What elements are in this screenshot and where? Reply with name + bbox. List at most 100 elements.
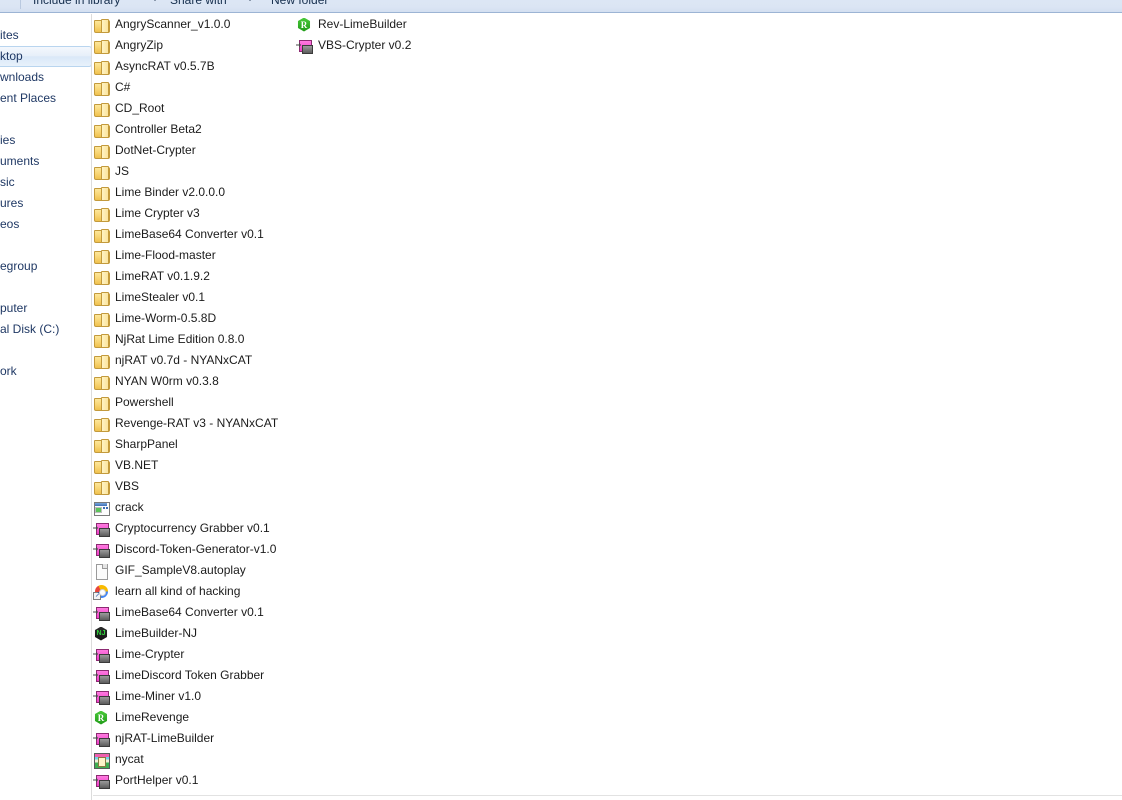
file-list-item[interactable]: nycat [93,749,293,770]
app-titlebar [95,502,107,506]
folder-icon [93,458,110,474]
file-name-label: Lime-Flood-master [115,248,216,262]
chevron-down-icon[interactable] [152,0,158,1]
folder-icon [93,164,110,180]
file-list-item[interactable]: AngryScanner_v1.0.0 [93,14,293,35]
sidebar-item-downloads[interactable]: wnloads [0,68,91,87]
sidebar-item-label: ent Places [0,91,57,105]
file-list-item[interactable]: SharpPanel [93,434,293,455]
sidebar-item-libraries[interactable]: ies [0,131,91,150]
file-list-item[interactable]: LimeBase64 Converter v0.1 [93,602,293,623]
file-list-item[interactable]: Lime Crypter v3 [93,203,293,224]
folder-icon [93,59,110,75]
application-icon [93,500,110,516]
sidebar-item-pictures[interactable]: ures [0,194,91,213]
vb-application-icon [296,38,313,54]
sidebar-item-recent-places[interactable]: ent Places [0,89,91,108]
file-list-item[interactable]: Discord-Token-Generator-v1.0 [93,539,293,560]
sidebar-item-desktop[interactable]: ktop [0,46,91,67]
app-dot [103,506,105,509]
file-list-item[interactable]: LimeDiscord Token Grabber [93,665,293,686]
file-list-item[interactable]: GIF_SampleV8.autoplay [93,560,293,581]
file-name-label: LimeRAT v0.1.9.2 [115,269,210,283]
file-name-label: nycat [115,752,144,766]
chevron-down-icon[interactable] [247,0,253,1]
file-name-label: Rev-LimeBuilder [318,17,407,31]
folder-icon [93,332,110,348]
file-list-item[interactable]: Lime-Worm-0.5.8D [93,308,293,329]
app-dot [106,506,108,509]
file-list-item[interactable]: VB.NET [93,455,293,476]
sidebar-item-documents[interactable]: uments [0,152,91,171]
file-list-item[interactable]: NjRat Lime Edition 0.8.0 [93,329,293,350]
file-list-item[interactable]: R LimeRevenge [93,707,293,728]
file-list-item[interactable]: LimeBase64 Converter v0.1 [93,224,293,245]
file-list-item[interactable]: Cryptocurrency Grabber v0.1 [93,518,293,539]
file-list-item[interactable]: VBS [93,476,293,497]
file-list-item[interactable]: AsyncRAT v0.5.7B [93,56,293,77]
file-name-label: Powershell [115,395,174,409]
file-list-item[interactable]: crack [93,497,293,518]
file-list-item[interactable]: Lime-Flood-master [93,245,293,266]
sidebar-item-music[interactable]: sic [0,173,91,192]
vb-arrow-glyph [93,525,98,531]
file-name-label: GIF_SampleV8.autoplay [115,563,246,577]
hexagon-nj-icon: NJ [93,626,109,642]
file-list-item[interactable]: Controller Beta2 [93,119,293,140]
sidebar-item-label: sic [0,175,15,189]
file-name-label: VB.NET [115,458,159,472]
sidebar-item-favorites[interactable]: ites [0,26,91,45]
toolbar-button-new-folder[interactable]: New folder [271,0,328,9]
toolbar-button-share-with[interactable]: Share with [170,0,227,9]
file-list-item[interactable]: Lime Binder v2.0.0.0 [93,182,293,203]
cat-image-icon [93,752,110,769]
file-list-item[interactable]: LimeRAT v0.1.9.2 [93,266,293,287]
file-name-label: Lime-Crypter [115,647,185,661]
file-name-label: LimeBase64 Converter v0.1 [115,605,264,619]
file-list-item[interactable]: C# [93,77,293,98]
file-name-label: NYAN W0rm v0.3.8 [115,374,219,388]
file-list-item[interactable]: JS [93,161,293,182]
file-list-item[interactable]: learn all kind of hacking [93,581,293,602]
file-list-pane[interactable]: AngryScanner_v1.0.0 AngryZip AsyncRAT v0.5… [93,14,1122,800]
explorer-window: Include in library Share with New folder… [0,0,1122,800]
folder-icon [93,122,110,138]
toolbar-button-include-in-library[interactable]: Include in library [33,0,120,9]
file-list-item[interactable]: PortHelper v0.1 [93,770,293,791]
folder-icon [93,311,110,327]
sidebar-item-label: egroup [0,259,38,273]
vb-arrow-glyph [296,42,301,48]
folder-icon [93,227,110,243]
sidebar-item-computer[interactable]: puter [0,299,91,318]
file-list-item[interactable]: Powershell [93,392,293,413]
file-list-item[interactable]: VBS-Crypter v0.2 [296,35,496,56]
file-list-item[interactable]: LimeStealer v0.1 [93,287,293,308]
sidebar-item-network[interactable]: ork [0,362,91,381]
vb-application-icon [93,521,110,537]
sidebar-item-label: uments [0,154,40,168]
file-list-item[interactable]: R Rev-LimeBuilder [296,14,496,35]
vb-application-icon [93,542,110,558]
file-list-item[interactable]: DotNet-Crypter [93,140,293,161]
file-list-item[interactable]: Lime-Miner v1.0 [93,686,293,707]
file-list-item[interactable]: AngryZip [93,35,293,56]
list-bottom-divider [93,795,1122,796]
file-list-column-1: AngryScanner_v1.0.0 AngryZip AsyncRAT v0.5… [93,14,293,791]
sidebar-item-local-disk-c[interactable]: al Disk (C:) [0,320,91,339]
file-name-label: Lime-Worm-0.5.8D [115,311,217,325]
file-list-item[interactable]: njRAT-LimeBuilder [93,728,293,749]
sidebar-item-videos[interactable]: eos [0,215,91,234]
file-list-item[interactable]: NJ LimeBuilder-NJ [93,623,293,644]
file-list-item[interactable]: NYAN W0rm v0.3.8 [93,371,293,392]
file-list-item[interactable]: Lime-Crypter [93,644,293,665]
file-name-label: AngryZip [115,38,164,52]
vb-arrow-glyph [93,672,98,678]
file-name-label: LimeDiscord Token Grabber [115,668,265,682]
vb-application-icon [93,689,110,705]
vb-application-icon [93,773,110,789]
file-list-item[interactable]: Revenge-RAT v3 - NYANxCAT [93,413,293,434]
file-name-label: LimeBuilder-NJ [115,626,198,640]
sidebar-item-homegroup[interactable]: egroup [0,257,91,276]
file-list-item[interactable]: njRAT v0.7d - NYANxCAT [93,350,293,371]
file-list-item[interactable]: CD_Root [93,98,293,119]
